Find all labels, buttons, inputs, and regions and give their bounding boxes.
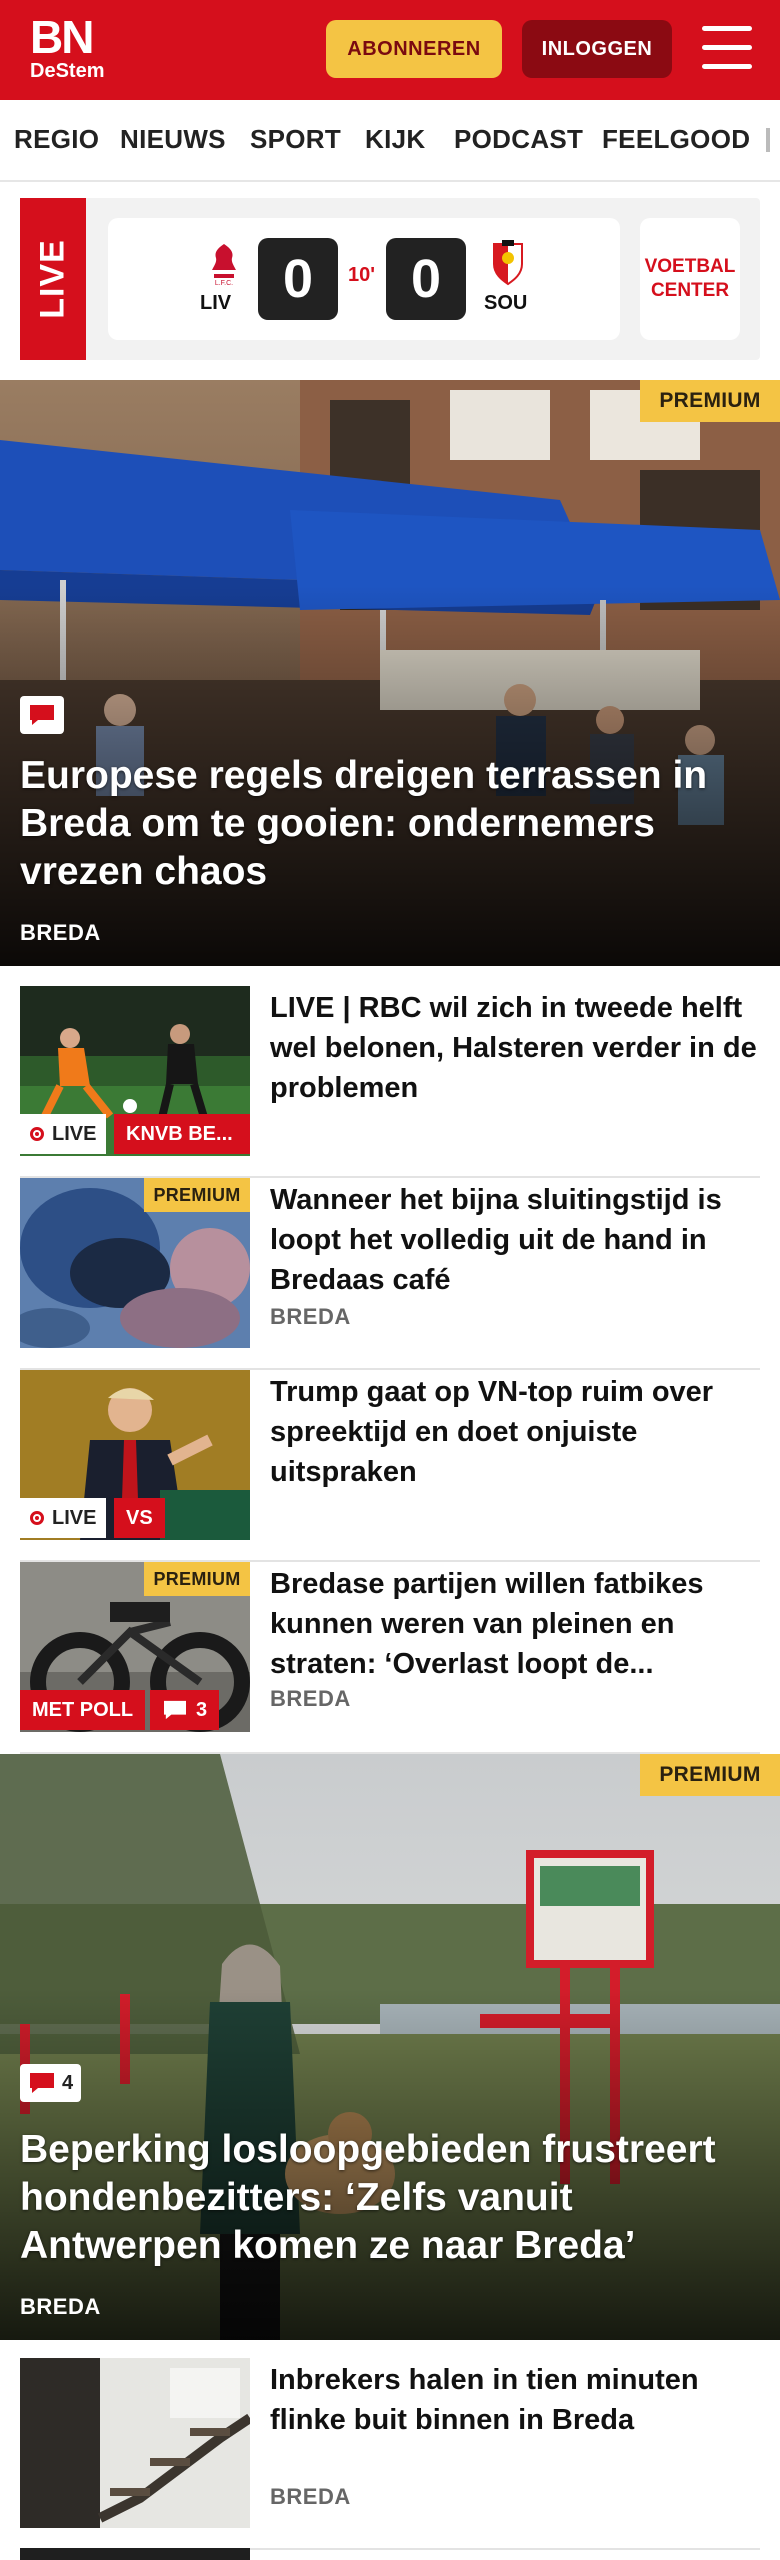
- hero-location: BREDA: [20, 920, 101, 945]
- nav-item-regio[interactable]: REGIO: [14, 124, 99, 155]
- premium-badge: PREMIUM: [640, 380, 780, 422]
- live-indicator: LIVE: [20, 1498, 107, 1538]
- nav-item-feelgood[interactable]: FEELGOOD: [602, 124, 750, 155]
- live-tag: LIVE: [20, 198, 86, 360]
- live-score-widget: LIVE L.F.C. LIV 0 10' 0 SOU VOETBAL CENT…: [20, 198, 760, 360]
- comment-count-badge: 4: [20, 2064, 82, 2102]
- premium-badge: PREMIUM: [144, 1562, 250, 1596]
- comment-icon: [30, 2073, 54, 2093]
- login-button[interactable]: INLOGGEN: [522, 20, 672, 78]
- category-chip[interactable]: KNVB BE...: [114, 1114, 250, 1154]
- menu-icon[interactable]: [702, 26, 752, 70]
- live-indicator: LIVE: [20, 1114, 107, 1154]
- match-minute: 10': [348, 264, 376, 286]
- article-location: BREDA: [270, 1686, 351, 1711]
- comment-icon: [164, 1700, 186, 1720]
- article-title[interactable]: Trump gaat op VN-top ruim over spreektij…: [270, 1372, 760, 1492]
- home-team-name: LIV: [200, 292, 232, 314]
- site-logo[interactable]: BN DeStem: [30, 14, 104, 83]
- home-score: 0: [258, 238, 338, 320]
- southampton-crest-icon: [493, 240, 523, 286]
- hero-article-terrassen[interactable]: PREMIUM Europese regels dreigen terrasse…: [0, 380, 780, 966]
- nav-overflow-indicator: [766, 128, 770, 152]
- live-dot-icon: [30, 1511, 44, 1525]
- logo-sub: DeStem: [30, 60, 105, 82]
- article-thumbnail: [20, 2358, 250, 2528]
- article-row[interactable]: LIVE VS Trump gaat op VN-top ruim over s…: [20, 1370, 760, 1562]
- hero-location: BREDA: [20, 2294, 101, 2319]
- site-header: BN DeStem ABONNEREN INLOGGEN: [0, 0, 780, 100]
- premium-badge: PREMIUM: [640, 1754, 780, 1796]
- article-row[interactable]: Inbrekers halen in tien minuten flinke b…: [20, 2358, 760, 2550]
- article-row[interactable]: LIVE KNVB BE... LIVE | RBC wil zich in t…: [20, 986, 760, 1178]
- article-title[interactable]: Wanneer het bijna sluitingstijd is loopt…: [270, 1180, 760, 1300]
- article-location: BREDA: [270, 2484, 351, 2509]
- subscribe-button[interactable]: ABONNEREN: [326, 20, 502, 78]
- hero-title[interactable]: Europese regels dreigen terrassen in Bre…: [20, 752, 760, 896]
- nav-item-sport[interactable]: SPORT: [250, 124, 341, 155]
- staircase-image: [20, 2358, 250, 2528]
- nav-item-nieuws[interactable]: NIEUWS: [120, 124, 226, 155]
- poll-chip[interactable]: MET POLL: [20, 1690, 146, 1730]
- main-nav: REGIO NIEUWS SPORT KIJK PODCAST FEELGOOD: [0, 100, 780, 182]
- article-row[interactable]: PREMIUM MET POLL 3 Bredase partijen will…: [20, 1562, 760, 1754]
- nav-item-kijk[interactable]: KIJK: [365, 124, 425, 155]
- comment-count-chip[interactable]: 3: [150, 1690, 220, 1730]
- comment-count: 4: [62, 2071, 74, 2094]
- match-score-card[interactable]: L.F.C. LIV 0 10' 0 SOU: [108, 218, 620, 340]
- article-row[interactable]: PREMIUM Wanneer het bijna sluitingstijd …: [20, 1178, 760, 1370]
- comment-count: 3: [196, 1698, 208, 1721]
- live-dot-icon: [30, 1127, 44, 1141]
- next-article-thumbnail: [20, 2548, 250, 2560]
- article-title[interactable]: Inbrekers halen in tien minuten flinke b…: [270, 2360, 760, 2440]
- article-title[interactable]: Bredase partijen willen fatbikes kunnen …: [270, 1564, 760, 1684]
- premium-badge: PREMIUM: [144, 1178, 250, 1212]
- article-location: BREDA: [270, 1304, 351, 1329]
- hero-article-honden[interactable]: PREMIUM 4 Beperking losloopgebieden frus…: [0, 1754, 780, 2340]
- away-team-name: SOU: [484, 292, 528, 314]
- category-chip[interactable]: VS: [114, 1498, 165, 1538]
- away-score: 0: [386, 238, 466, 320]
- voetbal-center-link[interactable]: VOETBAL CENTER: [640, 218, 740, 340]
- hero-title[interactable]: Beperking losloopgebieden frustreert hon…: [20, 2126, 760, 2270]
- logo-main: BN: [30, 11, 94, 63]
- article-title[interactable]: LIVE | RBC wil zich in tweede helft wel …: [270, 988, 760, 1108]
- nav-item-podcast[interactable]: PODCAST: [454, 124, 583, 155]
- svg-text:L.F.C.: L.F.C.: [215, 280, 233, 286]
- comment-icon: [20, 696, 64, 734]
- liverpool-crest-icon: L.F.C.: [212, 244, 236, 286]
